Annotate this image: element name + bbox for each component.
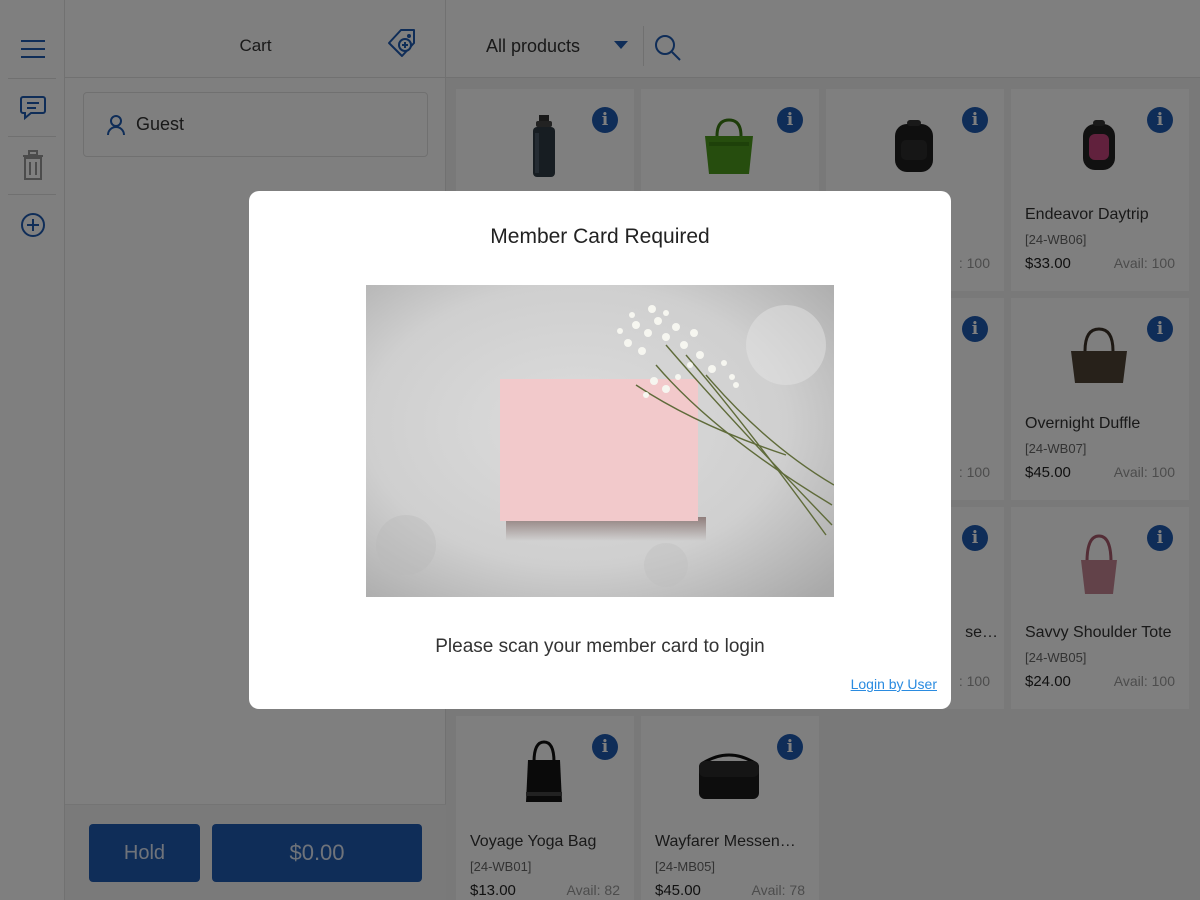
login-by-user-link[interactable]: Login by User [851,676,937,692]
member-card-dialog: Member Card Required Please scan your me… [249,191,951,709]
dialog-title: Member Card Required [490,225,710,248]
member-card-image [366,285,834,597]
dialog-message: Please scan your member card to login [435,636,765,657]
